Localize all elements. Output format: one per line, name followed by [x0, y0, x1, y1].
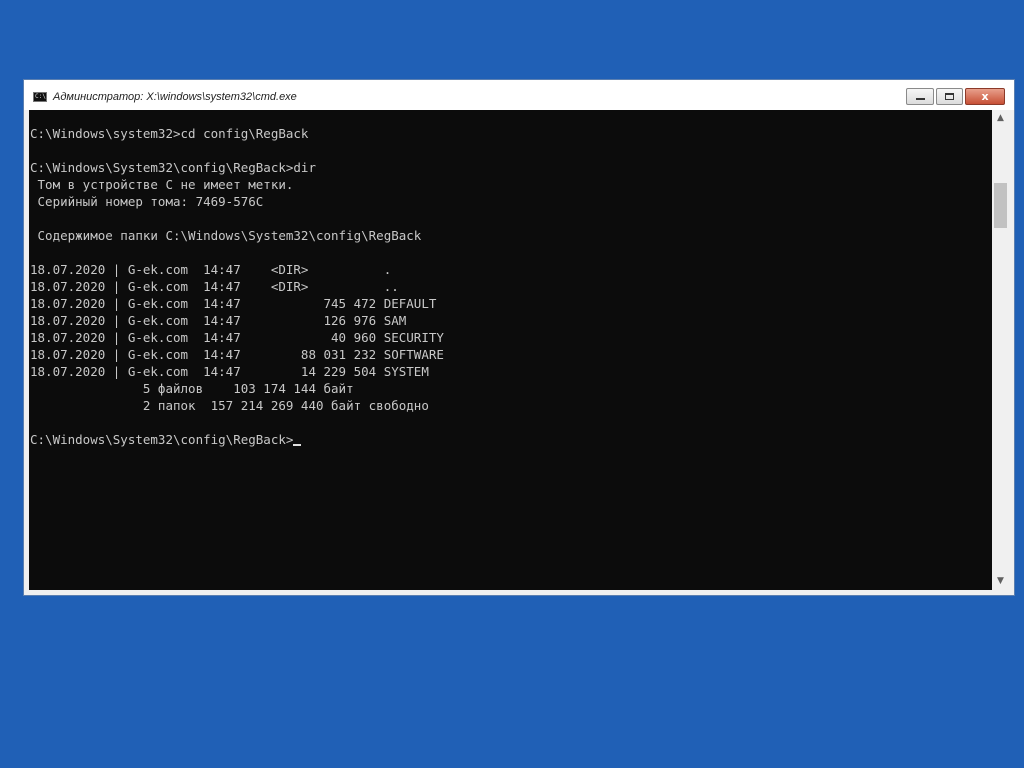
console-line: C:\Windows\System32\config\RegBack>dir: [30, 160, 316, 175]
text-cursor: [293, 444, 302, 446]
console-line: 18.07.2020 | G-ek.com 14:47 <DIR> ..: [30, 279, 399, 294]
console-line: Серийный номер тома: 7469-576C: [37, 194, 264, 209]
console-line: 5 файлов 103 174 144 байт: [142, 381, 354, 396]
window-title: Администратор: X:\windows\system32\cmd.e…: [53, 91, 297, 103]
console-line: 18.07.2020 | G-ek.com 14:47 14 229 504 S…: [30, 364, 429, 379]
console-text[interactable]: C:\Windows\system32>cd config\RegBack C:…: [30, 125, 444, 448]
cmd-window[interactable]: C:\ Администратор: X:\windows\system32\c…: [23, 79, 1015, 596]
console-line: 18.07.2020 | G-ek.com 14:47 88 031 232 S…: [30, 347, 444, 362]
maximize-button[interactable]: [936, 88, 963, 105]
cmd-icon-text: C:\: [35, 93, 46, 100]
cmd-icon[interactable]: C:\: [33, 92, 47, 102]
close-button[interactable]: x: [965, 88, 1005, 105]
minimize-button[interactable]: [906, 88, 934, 105]
console-line: 18.07.2020 | G-ek.com 14:47 40 960 SECUR…: [30, 330, 444, 345]
console-lines: C:\Windows\system32>cd config\RegBack C:…: [30, 126, 444, 413]
maximize-icon: [945, 93, 954, 100]
title-bar[interactable]: C:\ Администратор: X:\windows\system32\c…: [24, 80, 1014, 110]
command-prompt: C:\Windows\System32\config\RegBack>: [30, 432, 294, 447]
console-line: C:\Windows\system32>cd config\RegBack: [30, 126, 309, 141]
console-line: 2 папок 157 214 269 440 байт свободно: [142, 398, 429, 413]
scroll-up-arrow-icon[interactable]: ▲: [992, 110, 1009, 127]
console-output-area[interactable]: C:\Windows\system32>cd config\RegBack C:…: [29, 110, 992, 590]
scrollbar-thumb[interactable]: [994, 183, 1007, 228]
vertical-scrollbar[interactable]: ▲ ▼: [992, 110, 1009, 590]
close-icon: x: [981, 90, 989, 103]
console-line: 18.07.2020 | G-ek.com 14:47 745 472 DEFA…: [30, 296, 437, 311]
minimize-icon: [916, 98, 925, 100]
console-line: Том в устройстве C не имеет метки.: [37, 177, 294, 192]
console-line: 18.07.2020 | G-ek.com 14:47 126 976 SAM: [30, 313, 407, 328]
console-line: Содержимое папки C:\Windows\System32\con…: [37, 228, 422, 243]
console-line: 18.07.2020 | G-ek.com 14:47 <DIR> .: [30, 262, 392, 277]
desktop-background: C:\ Администратор: X:\windows\system32\c…: [0, 0, 1024, 768]
scroll-down-arrow-icon[interactable]: ▼: [992, 573, 1009, 590]
